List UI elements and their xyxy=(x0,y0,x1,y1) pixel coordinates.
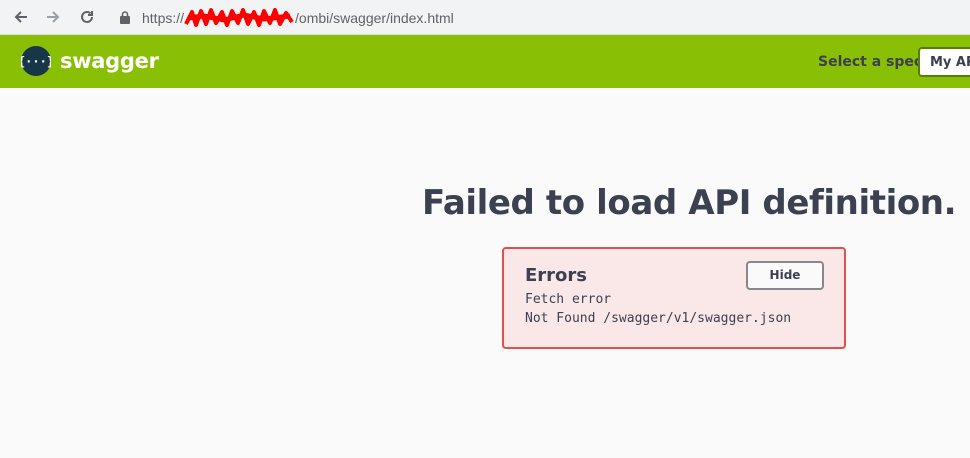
reload-icon xyxy=(81,10,93,23)
error-page-title: Failed to load API definition. xyxy=(422,183,957,223)
back-button[interactable] xyxy=(9,5,33,29)
hide-button[interactable]: Hide xyxy=(746,261,824,290)
spec-select-label: Select a spec xyxy=(818,54,923,70)
browser-toolbar: https:// /ombi/swagger/index.html xyxy=(0,0,970,35)
swagger-topbar: {···} swagger Select a spec My API xyxy=(0,35,970,88)
svg-text:{···}: {···} xyxy=(21,55,51,69)
error-message: Fetch error xyxy=(525,292,612,307)
redaction-scribble xyxy=(184,8,294,27)
url-scheme: https:// xyxy=(142,10,185,26)
address-bar[interactable]: https:// /ombi/swagger/index.html xyxy=(108,4,970,31)
url-path: /ombi/swagger/index.html xyxy=(295,10,454,26)
spec-select[interactable]: My API xyxy=(918,47,970,77)
swagger-logo-icon: {···} xyxy=(21,46,51,76)
back-arrow-icon xyxy=(14,11,27,23)
errors-panel: Errors Hide Fetch error Not Found /swagg… xyxy=(502,247,846,349)
redacted-host xyxy=(184,8,295,27)
swagger-brand[interactable]: swagger xyxy=(60,49,159,73)
lock-icon xyxy=(120,11,130,24)
forward-arrow-icon xyxy=(47,11,60,23)
error-message: Not Found /swagger/v1/swagger.json xyxy=(525,311,792,326)
forward-button[interactable] xyxy=(41,5,65,29)
reload-button[interactable] xyxy=(75,5,99,29)
url-text: https:// /ombi/swagger/index.html xyxy=(142,8,454,27)
errors-heading: Errors xyxy=(525,265,588,286)
